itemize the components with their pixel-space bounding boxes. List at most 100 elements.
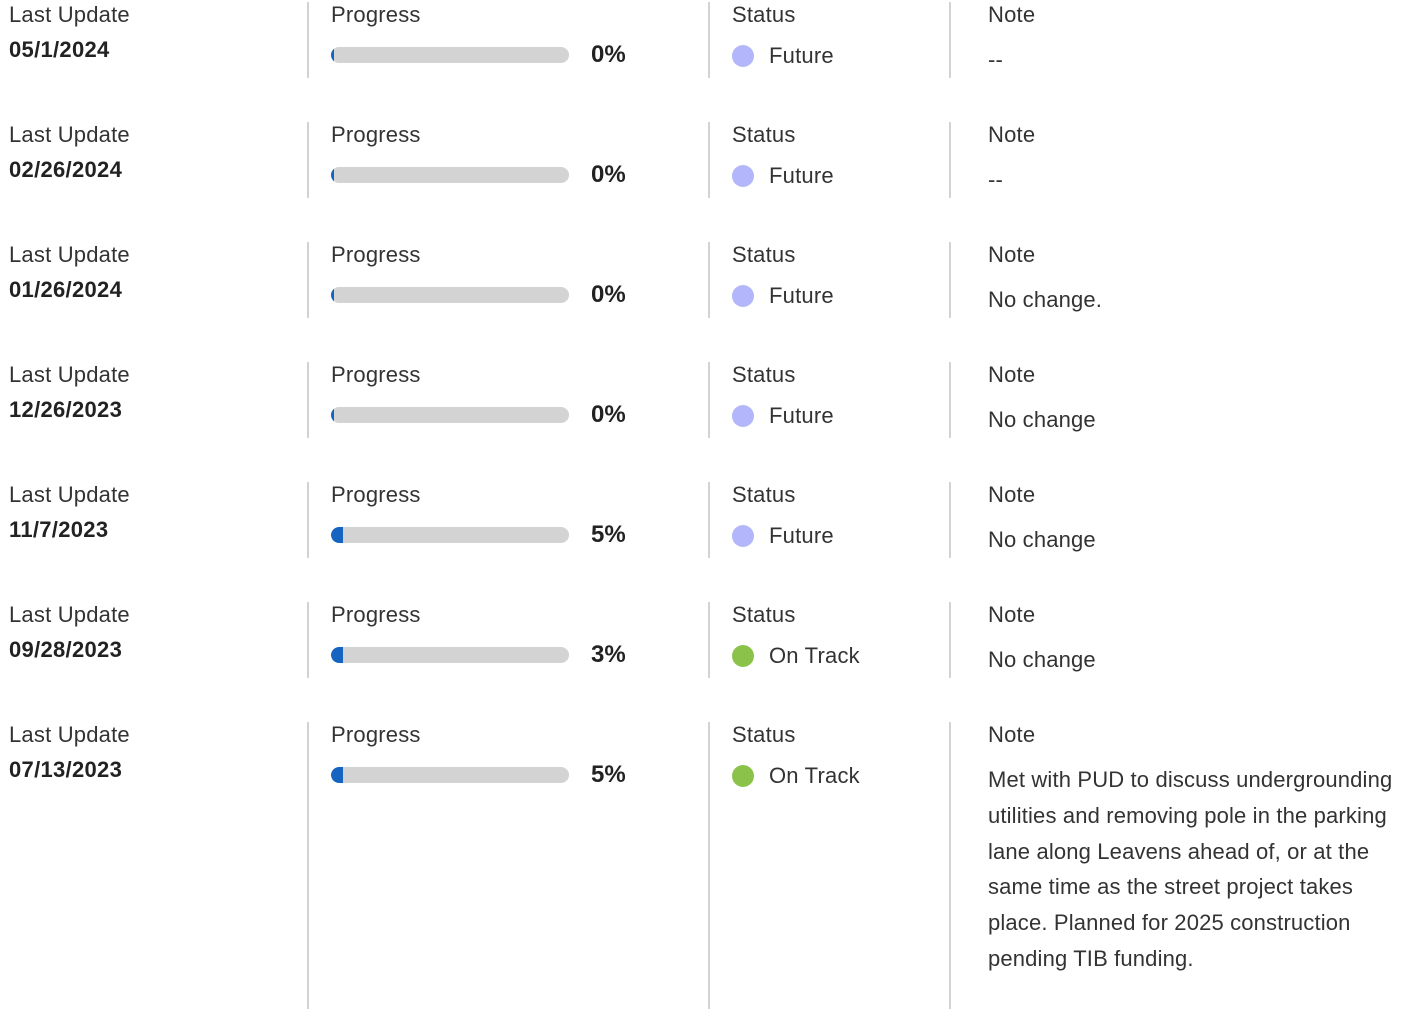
update-row: Last Update 05/1/2024 Progress 0% Status… [0,2,1426,78]
progress-bar-fill [331,47,334,63]
status-indicator: Future [732,403,834,429]
progress-bar-fill [331,767,343,783]
progress-cell: Progress 0% [307,2,708,78]
update-row: Last Update 09/28/2023 Progress 3% Statu… [0,602,1426,678]
status-label: Status [732,242,796,267]
update-date: 09/28/2023 [9,637,123,662]
note-cell: Note No change [949,482,1426,558]
status-indicator: Future [732,163,834,189]
progress-percent: 0% [591,281,626,308]
note-cell: Note No change [949,362,1426,438]
status-value: Future [769,283,834,308]
progress-bar-fill [331,287,334,303]
progress-cell: Progress 0% [307,122,708,198]
note-text: No change [988,647,1096,672]
update-date: 11/7/2023 [9,517,109,542]
status-indicator: On Track [732,643,860,669]
status-cell: Status Future [708,362,949,438]
progress-bar-fill [331,647,343,663]
status-value: On Track [769,763,860,788]
note-text: -- [988,167,1003,192]
note-cell: Note -- [949,2,1426,78]
status-label: Status [732,122,796,147]
progress-bar [331,47,569,63]
progress-label: Progress [331,722,421,747]
progress-bar-fill [331,167,334,183]
status-cell: Status Future [708,242,949,318]
progress-cell: Progress 0% [307,242,708,318]
update-row: Last Update 12/26/2023 Progress 0% Statu… [0,362,1426,438]
status-value: Future [769,43,834,68]
update-row: Last Update 01/26/2024 Progress 0% Statu… [0,242,1426,318]
status-label: Status [732,602,796,627]
progress-cell: Progress 5% [307,722,708,1009]
status-dot-icon [732,165,754,187]
last-update-cell: Last Update 05/1/2024 [9,2,289,64]
note-label: Note [988,122,1036,147]
note-cell: Note -- [949,122,1426,198]
last-update-label: Last Update [9,722,130,747]
note-cell: Note Met with PUD to discuss underground… [949,722,1426,1009]
status-indicator: Future [732,43,834,69]
last-update-cell: Last Update 02/26/2024 [9,122,289,184]
last-update-cell: Last Update 12/26/2023 [9,362,289,424]
progress-cell: Progress 5% [307,482,708,558]
status-value: Future [769,523,834,548]
progress-bar [331,287,569,303]
status-label: Status [732,722,796,747]
last-update-label: Last Update [9,2,130,27]
note-cell: Note No change [949,602,1426,678]
note-text: No change. [988,287,1103,312]
update-row: Last Update 11/7/2023 Progress 5% Status… [0,482,1426,558]
status-indicator: Future [732,523,834,549]
progress-label: Progress [331,362,421,387]
status-label: Status [732,482,796,507]
status-indicator: Future [732,283,834,309]
last-update-cell: Last Update 01/26/2024 [9,242,289,304]
last-update-cell: Last Update 09/28/2023 [9,602,289,664]
status-dot-icon [732,765,754,787]
note-text: -- [988,47,1003,72]
progress-label: Progress [331,122,421,147]
progress-bar [331,407,569,423]
progress-bar [331,767,569,783]
progress-label: Progress [331,602,421,627]
status-value: On Track [769,643,860,668]
progress-percent: 5% [591,521,626,548]
note-text: No change [988,527,1096,552]
update-date: 05/1/2024 [9,37,110,62]
last-update-label: Last Update [9,122,130,147]
note-text: Met with PUD to discuss undergrounding u… [988,767,1393,971]
update-date: 02/26/2024 [9,157,123,182]
note-cell: Note No change. [949,242,1426,318]
status-cell: Status Future [708,482,949,558]
status-label: Status [732,2,796,27]
status-dot-icon [732,525,754,547]
progress-percent: 0% [591,401,626,428]
last-update-cell: Last Update 11/7/2023 [9,482,289,544]
last-update-label: Last Update [9,362,130,387]
progress-label: Progress [331,242,421,267]
update-row: Last Update 07/13/2023 Progress 5% Statu… [0,722,1426,1009]
progress-cell: Progress 3% [307,602,708,678]
update-date: 01/26/2024 [9,277,123,302]
note-label: Note [988,242,1036,267]
progress-percent: 0% [591,161,626,188]
status-dot-icon [732,405,754,427]
progress-percent: 0% [591,41,626,68]
progress-bar [331,527,569,543]
progress-label: Progress [331,2,421,27]
note-label: Note [988,722,1036,747]
status-cell: Status On Track [708,602,949,678]
progress-percent: 5% [591,761,626,788]
progress-bar-fill [331,407,334,423]
last-update-label: Last Update [9,242,130,267]
update-row: Last Update 02/26/2024 Progress 0% Statu… [0,122,1426,198]
progress-label: Progress [331,482,421,507]
status-cell: Status On Track [708,722,949,1009]
status-label: Status [732,362,796,387]
status-dot-icon [732,285,754,307]
status-dot-icon [732,645,754,667]
last-update-label: Last Update [9,482,130,507]
last-update-cell: Last Update 07/13/2023 [9,722,289,784]
